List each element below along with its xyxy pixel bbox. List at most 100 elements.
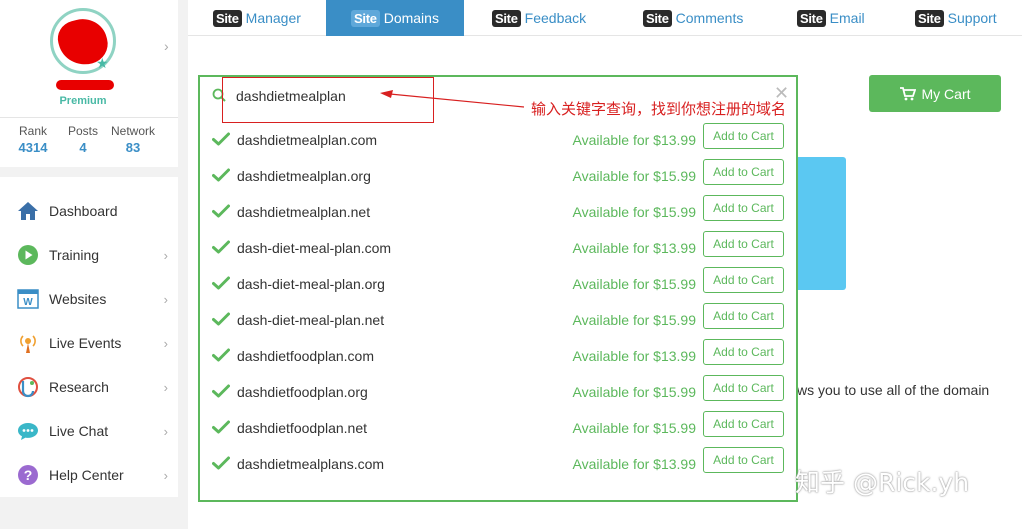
sidebar-item-live-events[interactable]: Live Events › [0, 321, 178, 365]
add-to-cart-button[interactable]: Add to Cart [703, 231, 784, 257]
svg-text:?: ? [24, 467, 33, 483]
sidebar-item-label: Websites [49, 291, 107, 307]
tab-label: Comments [675, 10, 744, 26]
domain-name: dash-diet-meal-plan.com [237, 240, 392, 256]
stat-network[interactable]: Network 83 [108, 124, 158, 155]
check-icon [212, 168, 230, 182]
annotation-arrow [380, 90, 525, 108]
profile-card: ★ › Premium Rank 4314 Posts 4 Network 83 [0, 0, 178, 167]
domain-name: dashdietmealplan.net [237, 204, 371, 220]
sidebar-item-label: Dashboard [49, 203, 118, 219]
domain-price: Available for $15.99 [572, 384, 697, 400]
membership-tier: Premium [59, 95, 107, 107]
domain-price: Available for $13.99 [572, 348, 697, 364]
chat-icon [16, 419, 40, 443]
check-icon [212, 456, 230, 470]
sidebar-item-label: Training [49, 247, 100, 263]
sidebar-item-label: Live Events [49, 335, 122, 351]
tab-label: Support [947, 10, 997, 26]
add-to-cart-button[interactable]: Add to Cart [703, 447, 784, 473]
check-icon [212, 132, 230, 146]
domain-name: dashdietfoodplan.org [237, 384, 368, 400]
main-content: Site Manager Site Domains Site Feedback … [188, 0, 1022, 529]
home-icon [16, 199, 40, 223]
domain-name: dashdietmealplan.org [237, 168, 371, 184]
add-to-cart-button[interactable]: Add to Cart [703, 411, 784, 437]
tab-site-support[interactable]: Site Support [915, 0, 997, 36]
sidebar-item-research[interactable]: Research › [0, 365, 178, 409]
chevron-right-icon: › [163, 291, 168, 307]
sidebar-item-websites[interactable]: W Websites › [0, 277, 178, 321]
domain-name: dashdietmealplan.com [237, 132, 378, 148]
domain-name: dashdietfoodplan.net [237, 420, 367, 436]
add-to-cart-button[interactable]: Add to Cart [703, 195, 784, 221]
chevron-right-icon[interactable]: › [164, 38, 169, 54]
domain-name: dash-diet-meal-plan.net [237, 312, 385, 328]
domain-price: Available for $15.99 [572, 276, 697, 292]
stat-posts[interactable]: Posts 4 [64, 124, 102, 155]
check-icon [212, 348, 230, 362]
tab-badge: Site [643, 9, 672, 27]
my-cart-button[interactable]: My Cart [869, 75, 1001, 112]
add-to-cart-button[interactable]: Add to Cart [703, 267, 784, 293]
sidebar-item-label: Live Chat [49, 423, 109, 439]
chevron-right-icon: › [163, 467, 168, 483]
tab-site-comments[interactable]: Site Comments [643, 0, 743, 36]
domain-search-dropdown: ✕ dashdietmealplan.comAvailable for $13.… [198, 75, 798, 502]
stat-label: Rank [18, 124, 47, 138]
research-icon [16, 375, 40, 399]
domain-price: Available for $15.99 [572, 204, 697, 220]
domain-name: dashdietfoodplan.com [237, 348, 374, 364]
check-icon [212, 240, 230, 254]
tab-badge: Site [915, 9, 944, 27]
domain-result-row: dashdietfoodplan.net Available for $15.99… [200, 411, 796, 447]
stat-rank[interactable]: Rank 4314 [12, 124, 54, 155]
stat-value: 83 [125, 140, 141, 155]
username-redaction [56, 80, 114, 90]
check-icon [212, 276, 230, 290]
domain-price: Available for $15.99 [572, 168, 697, 184]
check-icon [212, 384, 230, 398]
domain-result-row: dash-diet-meal-plan.com Available for $13… [200, 231, 796, 267]
stat-label: Posts [67, 124, 98, 138]
tab-badge: Site [492, 9, 521, 27]
tab-site-feedback[interactable]: Site Feedback [492, 0, 586, 36]
divider [0, 117, 178, 118]
tab-badge: Site [797, 9, 826, 27]
tab-site-domains[interactable]: Site Domains [326, 0, 464, 36]
add-to-cart-button[interactable]: Add to Cart [703, 375, 784, 401]
watermark: 知乎 @Rick.yh [795, 468, 970, 497]
broadcast-icon [16, 331, 40, 355]
chevron-right-icon: › [163, 247, 168, 263]
check-icon [212, 420, 230, 434]
add-to-cart-button[interactable]: Add to Cart [703, 123, 784, 149]
stat-value: 4 [79, 140, 87, 155]
sidebar-item-dashboard[interactable]: Dashboard [0, 189, 178, 233]
stat-value: 4314 [18, 140, 48, 155]
add-to-cart-button[interactable]: Add to Cart [703, 339, 784, 365]
tab-site-email[interactable]: Site Email [797, 0, 865, 36]
domain-price: Available for $15.99 [572, 420, 697, 436]
annotation-text: 输入关键字查询，找到你想注册的域名 [531, 100, 787, 118]
sidebar-item-live-chat[interactable]: Live Chat › [0, 409, 178, 453]
check-icon [212, 312, 230, 326]
domain-result-row: dashdietfoodplan.org Available for $15.99… [200, 375, 796, 411]
domain-price: Available for $13.99 [572, 456, 697, 472]
domain-price: Available for $13.99 [572, 240, 697, 256]
tab-label: Manager [245, 10, 301, 26]
sidebar-item-label: Research [49, 379, 109, 395]
add-to-cart-button[interactable]: Add to Cart [703, 159, 784, 185]
chevron-right-icon: › [163, 423, 168, 439]
sidebar-item-help-center[interactable]: ? Help Center › [0, 453, 178, 497]
tab-label: Domains [383, 10, 439, 26]
tab-site-manager[interactable]: Site Manager [213, 0, 301, 36]
domain-price: Available for $15.99 [572, 312, 697, 328]
stat-label: Network [110, 124, 155, 138]
tab-label: Feedback [524, 10, 587, 26]
domain-result-row: dashdietfoodplan.com Available for $13.99… [200, 339, 796, 375]
star-icon: ★ [96, 55, 109, 71]
help-icon: ? [16, 463, 40, 487]
sidebar-item-training[interactable]: Training › [0, 233, 178, 277]
add-to-cart-button[interactable]: Add to Cart [703, 303, 784, 329]
domain-result-row: dashdietmealplan.org Available for $15.99… [200, 159, 796, 195]
